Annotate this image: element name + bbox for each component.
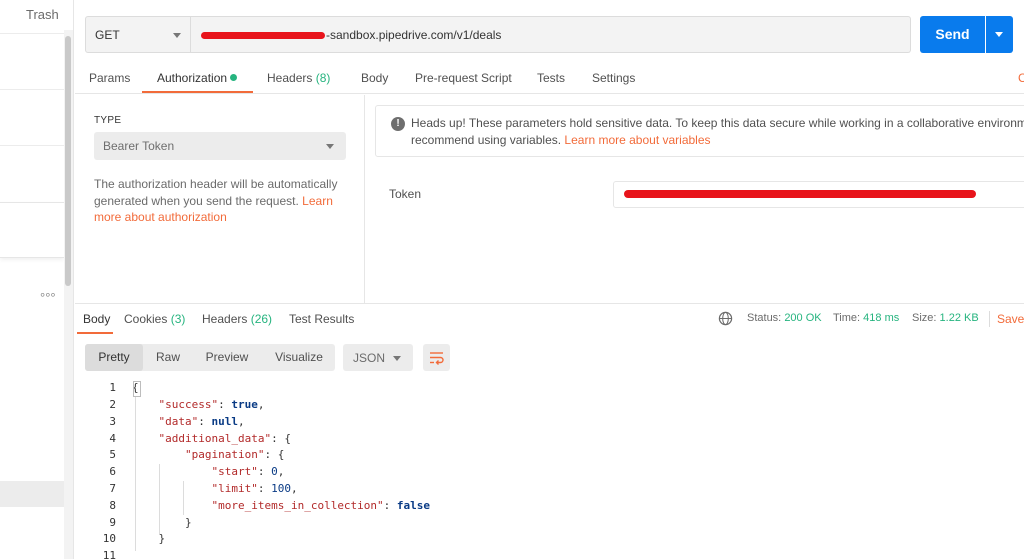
tab-headers[interactable]: Headers (8) — [267, 71, 330, 85]
code-line: "more_items_in_collection": false — [211, 499, 431, 512]
response-tab-headers[interactable]: Headers (26) — [202, 312, 272, 326]
wrap-lines-button[interactable] — [423, 344, 450, 371]
sensitive-data-notice: ! Heads up! These parameters hold sensit… — [375, 105, 1024, 157]
sidebar-divider — [0, 33, 64, 34]
code-line: "success": true, — [158, 398, 265, 411]
sidebar-divider — [0, 145, 64, 146]
tab-authorization[interactable]: Authorization — [157, 71, 238, 85]
cookies-link-cut[interactable]: C — [1018, 71, 1024, 85]
chevron-down-icon — [995, 32, 1003, 37]
bracket-match-highlight — [133, 381, 141, 397]
code-line: } — [184, 516, 192, 529]
send-button[interactable]: Send — [920, 16, 985, 53]
body-view-modes: Pretty Raw Preview Visualize — [85, 344, 335, 371]
status-readout: Status: 200 OK — [747, 312, 822, 324]
save-response-button[interactable]: Save — [997, 312, 1024, 326]
sidebar-item-selected[interactable] — [0, 481, 64, 507]
time-readout: Time: 418 ms — [833, 312, 900, 324]
token-input[interactable] — [613, 181, 1024, 208]
auth-description: The authorization header will be automat… — [94, 177, 338, 224]
redaction-mark — [201, 32, 325, 40]
chevron-down-icon — [173, 33, 181, 38]
auth-type-select[interactable]: Bearer Token — [94, 132, 346, 160]
status-value: 200 OK — [784, 312, 822, 324]
line-number: 2 — [109, 398, 116, 411]
view-mode-pretty[interactable]: Pretty — [85, 344, 143, 371]
code-line: } — [158, 532, 166, 545]
line-number: 10 — [102, 532, 116, 545]
url-input[interactable]: -sandbox.pipedrive.com/v1/deals — [191, 16, 911, 53]
line-number: 3 — [109, 415, 116, 428]
code-line: "pagination": { — [184, 448, 285, 461]
line-number: 8 — [109, 499, 116, 512]
globe-icon[interactable] — [718, 311, 733, 326]
sidebar-divider — [0, 89, 64, 90]
method-value: GET — [95, 28, 120, 42]
sidebar-scrollbar[interactable] — [65, 36, 71, 286]
line-number: 11 — [102, 549, 116, 559]
response-tabs: Body Cookies (3) Headers (26) Test Resul… — [75, 304, 1024, 334]
response-tab-body[interactable]: Body — [83, 312, 110, 326]
format-select[interactable]: JSON — [343, 344, 413, 371]
format-value: JSON — [353, 351, 386, 365]
type-label: TYPE — [94, 115, 122, 126]
learn-more-variables-link[interactable]: Learn more about variables — [564, 133, 710, 147]
line-number: 1 — [109, 381, 116, 394]
size-value: 1.22 KB — [939, 312, 979, 324]
view-mode-preview[interactable]: Preview — [200, 344, 254, 371]
send-options-button[interactable] — [986, 16, 1013, 53]
more-options-icon[interactable]: °°° — [40, 290, 56, 305]
response-body-code[interactable]: 1 { 2 "success": true, 3 "data": null, 4… — [75, 380, 1024, 559]
tab-body[interactable]: Body — [361, 71, 388, 85]
line-number: 5 — [109, 448, 116, 461]
warning-icon: ! — [391, 117, 405, 131]
line-number: 7 — [109, 482, 116, 495]
auth-type-value: Bearer Token — [103, 139, 175, 153]
code-line: "limit": 100, — [211, 482, 298, 495]
chevron-down-icon — [393, 356, 401, 361]
tab-settings[interactable]: Settings — [592, 71, 635, 85]
chevron-down-icon — [326, 144, 334, 149]
sidebar-trash-label[interactable]: Trash — [26, 7, 59, 22]
code-line: "additional_data": { — [158, 432, 291, 445]
line-number: 6 — [109, 465, 116, 478]
line-number: 4 — [109, 432, 116, 445]
code-line: "data": null, — [158, 415, 245, 428]
view-mode-visualize[interactable]: Visualize — [269, 344, 329, 371]
time-value: 418 ms — [863, 312, 900, 324]
code-line: "start": 0, — [211, 465, 285, 478]
line-number: 9 — [109, 516, 116, 529]
url-text: -sandbox.pipedrive.com/v1/deals — [326, 28, 502, 42]
response-tab-cookies[interactable]: Cookies (3) — [124, 312, 185, 326]
wrap-lines-icon — [430, 352, 444, 365]
token-label: Token — [389, 187, 422, 201]
active-tab-underline — [142, 91, 253, 93]
tab-params[interactable]: Params — [89, 71, 130, 85]
notice-text: Heads up! These parameters hold sensitiv… — [411, 116, 1024, 147]
size-readout: Size: 1.22 KB — [912, 312, 979, 324]
response-tab-test-results[interactable]: Test Results — [289, 312, 354, 326]
active-tab-underline — [77, 332, 113, 334]
tab-tests[interactable]: Tests — [537, 71, 565, 85]
request-tabs: Params Authorization Headers (8) Body Pr… — [75, 64, 1024, 94]
divider — [989, 311, 990, 327]
auth-type-panel: TYPE Bearer Token The authorization head… — [75, 95, 365, 303]
method-select[interactable]: GET — [85, 16, 191, 53]
tab-pre-request-script[interactable]: Pre-request Script — [415, 71, 512, 85]
sidebar: Trash °°° — [0, 0, 74, 559]
view-mode-raw[interactable]: Raw — [146, 344, 190, 371]
sidebar-item[interactable] — [0, 202, 64, 258]
active-indicator-icon — [230, 74, 238, 81]
redaction-mark — [624, 190, 976, 198]
